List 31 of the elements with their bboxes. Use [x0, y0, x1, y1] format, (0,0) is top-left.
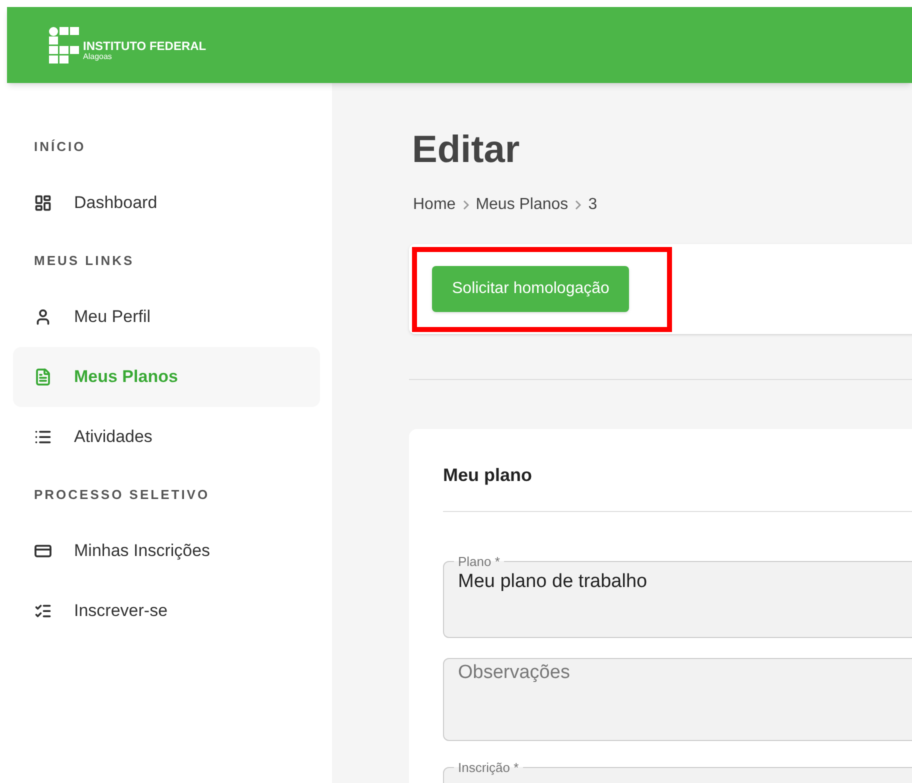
nav-item[interactable]: Atividades [13, 407, 320, 467]
nav-item[interactable]: Minhas Inscrições [13, 521, 320, 581]
field-label: Plano * [457, 555, 501, 568]
breadcrumb-link[interactable]: 3 [588, 193, 598, 217]
field-placeholder: Observações [458, 661, 570, 685]
form-field[interactable]: Plano * Meu plano de trabalho [443, 555, 912, 638]
field-label: Inscrição * [457, 761, 520, 774]
field-value: Meu plano de trabalho [458, 570, 648, 594]
section-heading: MEUS LINKS [33, 252, 136, 270]
form-field[interactable]: Inscrição * [443, 761, 912, 783]
nav-icon [34, 308, 52, 326]
chevron-icon [574, 200, 582, 210]
section-heading: INÍCIO [33, 138, 87, 156]
nav-item[interactable]: Meu Perfil [13, 287, 320, 347]
form-field[interactable]: Observações [443, 658, 912, 741]
section-heading: PROCESSO SELETIVO [33, 486, 211, 504]
chevron-icon [462, 200, 470, 210]
logo-icon [49, 26, 79, 64]
nav-item[interactable]: Dashboard [13, 173, 320, 233]
nav-icon [34, 368, 52, 386]
breadcrumb-link[interactable]: Meus Planos [476, 193, 568, 217]
form-title: Meu plano [443, 464, 533, 487]
logo-title: INSTITUTO FEDERAL [83, 40, 206, 52]
nav-icon [34, 194, 52, 212]
nav-item[interactable]: Inscrever-se [13, 581, 320, 641]
nav-icon [34, 602, 52, 620]
breadcrumb-link[interactable]: Home [413, 193, 456, 217]
nav-icon [34, 542, 52, 560]
page-title: Editar [411, 131, 521, 169]
logo-subtitle: Alagoas [83, 52, 113, 60]
nav-icon [34, 428, 52, 446]
